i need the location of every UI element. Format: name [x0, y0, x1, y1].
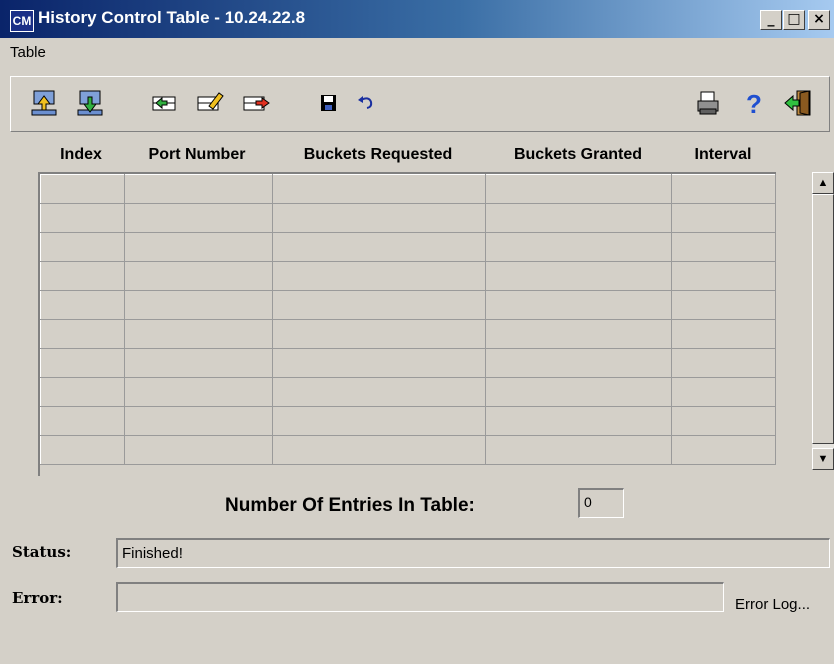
table-cell[interactable]	[671, 406, 776, 436]
table-cell[interactable]	[485, 203, 673, 233]
window-title: History Control Table - 10.24.22.8	[38, 8, 306, 27]
table-cell[interactable]	[123, 348, 273, 378]
exit-icon[interactable]	[783, 88, 813, 118]
table-row[interactable]	[40, 174, 776, 204]
table-cell[interactable]	[40, 348, 125, 378]
table-cell[interactable]	[40, 319, 125, 349]
scroll-up-button[interactable]: ▲	[812, 172, 834, 194]
minimize-button[interactable]: _	[760, 10, 782, 30]
table-row[interactable]	[40, 319, 776, 349]
table-cell[interactable]	[271, 377, 487, 407]
table-cell[interactable]	[40, 174, 125, 204]
entries-count-field: 0	[578, 488, 624, 518]
toolbar: ?	[10, 76, 830, 132]
table-cell[interactable]	[40, 203, 125, 233]
error-label: Error:	[12, 589, 63, 607]
scroll-thumb[interactable]	[812, 194, 834, 444]
table-cell[interactable]	[271, 406, 487, 436]
table-cell[interactable]	[40, 406, 125, 436]
table-row[interactable]	[40, 261, 776, 291]
table-cell[interactable]	[271, 348, 487, 378]
table-cell[interactable]	[485, 261, 673, 291]
app-icon: CM	[10, 10, 34, 32]
table-cell[interactable]	[671, 174, 776, 204]
table-cell[interactable]	[123, 435, 273, 465]
error-log-button[interactable]: Error Log...	[735, 596, 810, 613]
table-cell[interactable]	[671, 319, 776, 349]
table-row[interactable]	[40, 348, 776, 378]
vertical-scrollbar[interactable]: ▲ ▼	[812, 172, 834, 470]
table-row[interactable]	[40, 435, 776, 465]
table-row[interactable]	[40, 232, 776, 262]
table-cell[interactable]	[271, 174, 487, 204]
menu-bar: Table	[0, 38, 834, 68]
table-cell[interactable]	[40, 261, 125, 291]
table-row[interactable]	[40, 406, 776, 436]
table-cell[interactable]	[271, 232, 487, 262]
table-cell[interactable]	[671, 290, 776, 320]
table-cell[interactable]	[271, 203, 487, 233]
table-cell[interactable]	[485, 435, 673, 465]
undo-icon[interactable]	[351, 88, 381, 118]
table-cell[interactable]	[271, 435, 487, 465]
table-cell[interactable]	[485, 319, 673, 349]
title-bar[interactable]: CM History Control Table - 10.24.22.8 _ …	[0, 0, 834, 38]
download-icon[interactable]	[75, 88, 105, 118]
table-cell[interactable]	[271, 319, 487, 349]
table-row[interactable]	[40, 377, 776, 407]
svg-text:?: ?	[746, 89, 762, 118]
history-table	[38, 172, 776, 476]
table-cell[interactable]	[123, 203, 273, 233]
delete-row-icon[interactable]	[241, 88, 271, 118]
table-cell[interactable]	[485, 290, 673, 320]
help-icon[interactable]: ?	[739, 88, 769, 119]
close-button[interactable]: ×	[808, 10, 830, 30]
table-cell[interactable]	[485, 406, 673, 436]
table-row[interactable]	[40, 203, 776, 233]
status-label: Status:	[12, 543, 72, 561]
table-cell[interactable]	[485, 174, 673, 204]
table-cell[interactable]	[671, 377, 776, 407]
table-cell[interactable]	[271, 290, 487, 320]
error-field	[116, 582, 724, 612]
table-cell[interactable]	[123, 232, 273, 262]
table-cell[interactable]	[485, 232, 673, 262]
table-cell[interactable]	[671, 203, 776, 233]
table-cell[interactable]	[671, 261, 776, 291]
table-cell[interactable]	[123, 174, 273, 204]
table-cell[interactable]	[40, 435, 125, 465]
table-row[interactable]	[40, 290, 776, 320]
menu-table[interactable]: Table	[10, 44, 46, 61]
table-cell[interactable]	[40, 290, 125, 320]
table-cell[interactable]	[271, 261, 487, 291]
entries-count-label: Number Of Entries In Table:	[225, 495, 475, 516]
table-cell[interactable]	[671, 232, 776, 262]
upload-icon[interactable]	[29, 88, 59, 118]
maximize-button[interactable]: □	[783, 10, 805, 30]
column-header-buckets-requested: Buckets Requested	[303, 146, 453, 163]
table-cell[interactable]	[671, 348, 776, 378]
column-header-index: Index	[60, 146, 102, 163]
column-header-interval: Interval	[694, 146, 752, 163]
print-icon[interactable]	[693, 88, 723, 118]
table-cell[interactable]	[485, 377, 673, 407]
table-cell[interactable]	[123, 377, 273, 407]
add-row-icon[interactable]	[149, 88, 179, 118]
table-cell[interactable]	[123, 319, 273, 349]
table-cell[interactable]	[123, 290, 273, 320]
window: CM History Control Table - 10.24.22.8 _ …	[0, 0, 834, 664]
table-cell[interactable]	[485, 348, 673, 378]
save-icon[interactable]	[313, 88, 343, 118]
table-cell[interactable]	[40, 377, 125, 407]
table-cell[interactable]	[671, 435, 776, 465]
table-cell[interactable]	[40, 232, 125, 262]
scroll-down-button[interactable]: ▼	[812, 448, 834, 470]
column-header-port-number: Port Number	[148, 146, 246, 163]
table-cell[interactable]	[123, 406, 273, 436]
status-field: Finished!	[116, 538, 830, 568]
table-cell[interactable]	[123, 261, 273, 291]
column-header-buckets-granted: Buckets Granted	[513, 146, 643, 163]
edit-row-icon[interactable]	[195, 88, 225, 118]
